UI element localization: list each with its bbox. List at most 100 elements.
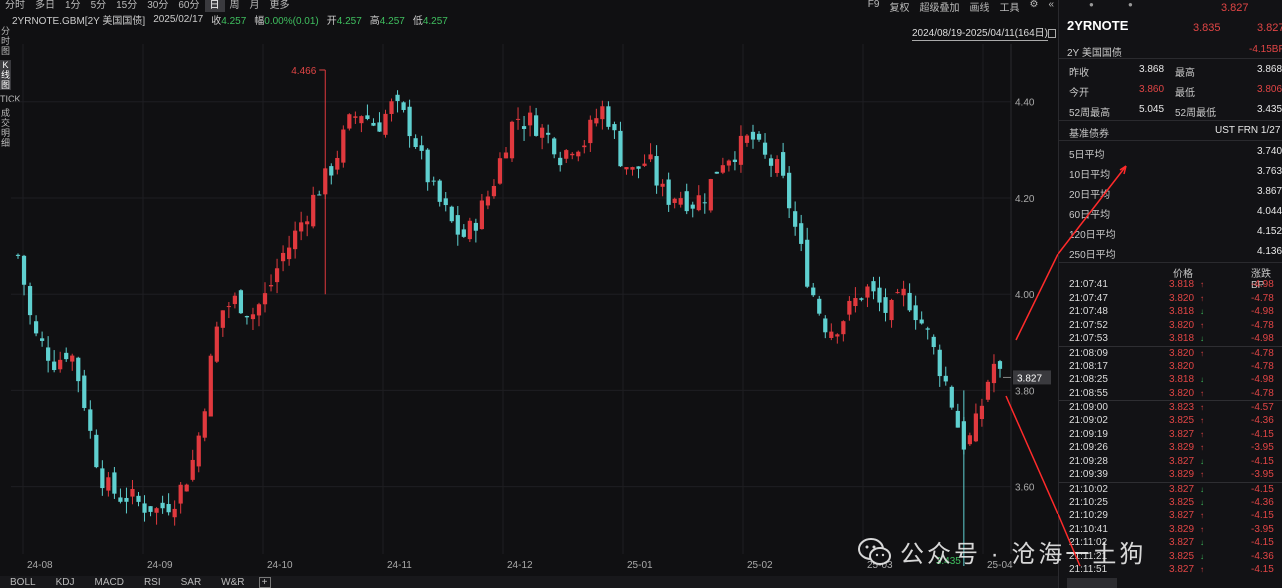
tick-time: 21:08:55 [1069, 387, 1108, 399]
calendar-icon[interactable] [1048, 29, 1056, 38]
candle-body [256, 304, 262, 316]
tick-time: 21:09:28 [1069, 455, 1108, 467]
y-tick-label: 3.80 [1015, 386, 1035, 397]
candle-body [726, 160, 731, 166]
settings-icon[interactable]: ⚙ [1029, 0, 1038, 14]
indicator-wr[interactable]: W&R [211, 577, 254, 588]
tick-time: 21:10:25 [1069, 496, 1108, 508]
timeframe-0[interactable]: 分时 [0, 0, 30, 12]
quote-l2: 最低 [1175, 88, 1195, 99]
quote-info-line: 2YRNOTE.GBM[2Y 美国国债] 2025/02/17 收4.257 幅… [12, 12, 448, 27]
candle-body [618, 130, 623, 167]
candle-body [654, 156, 659, 186]
tick-price: 3.825 [1169, 496, 1195, 508]
panel-bottom-tabs [1059, 578, 1282, 588]
candle-body [576, 151, 581, 157]
tick-row: 21:11:51 3.827 ↑ -4.15 [1059, 563, 1282, 577]
tick-time: 21:07:52 [1069, 319, 1108, 331]
tick-price: 3.825 [1169, 414, 1195, 426]
timeframe-bar: 分时 多日 1分 5分 15分 30分 60分日周月更多 F9 复权 超级叠加 画线 工具 … [0, 0, 1058, 14]
tick-time: 21:09:00 [1069, 402, 1108, 414]
expand-icon[interactable]: « [1048, 0, 1054, 14]
candle-body [678, 198, 683, 205]
tick-change: -4.36 [1251, 414, 1274, 426]
tick-time: 21:09:26 [1069, 442, 1108, 454]
timeframe-5[interactable]: 30分 [142, 0, 173, 12]
last-price-label: 3.827 [1017, 373, 1042, 384]
candle-body [449, 206, 454, 222]
tick-change: -4.15 [1251, 510, 1274, 522]
candle-body [612, 124, 617, 131]
candle-body [371, 122, 376, 126]
x-tick-label: 25-01 [627, 560, 653, 571]
tick-list[interactable]: 21:07:41 3.818 ↑ -4.98 21:07:47 3.820 ↑ -4.78 21… [1059, 278, 1282, 577]
security-code: 2YRNOTE [1067, 18, 1129, 33]
kline-chart[interactable]: 24-08 24-09 24-10 24-11 24-12 25-01 25-02 25-03… [11, 44, 1058, 576]
candle-body [774, 159, 780, 174]
quote-panel: ● ● 3.827 2YRNOTE 3.835 3.827 2Y 美国国债 -4… [1058, 0, 1282, 588]
adjust-button[interactable]: 复权 [889, 0, 909, 14]
candle-body [419, 145, 424, 151]
date-range-selector[interactable]: 2024/08/19-2025/04/11(164日) [911, 28, 1048, 41]
candle-body [853, 298, 858, 307]
tab-trade-detail[interactable]: 成交明细 [0, 108, 11, 148]
timeframe-2[interactable]: 1分 [60, 0, 86, 12]
down-arrow-icon: ↓ [1200, 538, 1204, 548]
candle-body [515, 118, 521, 120]
candle-body [793, 211, 798, 227]
candle-body [160, 502, 165, 509]
tick-change: -4.36 [1251, 550, 1274, 562]
close-info: 收4.257 [211, 15, 247, 27]
timeframe-8[interactable]: 周 [225, 0, 245, 12]
ma-label: 60日平均 [1069, 210, 1111, 221]
candle-body [913, 305, 918, 321]
add-indicator-icon[interactable]: + [258, 576, 271, 588]
candle-body [546, 132, 551, 135]
tab-intraday[interactable]: 分时图 [0, 26, 11, 56]
candle-body [208, 355, 213, 417]
candle-body [967, 435, 972, 445]
up-arrow-icon: ↑ [1200, 511, 1204, 521]
indicator-boll[interactable]: BOLL [0, 577, 46, 588]
timeframe-7[interactable]: 日 [204, 0, 225, 12]
tick-change: -4.15 [1251, 428, 1274, 440]
candle-body [503, 152, 509, 159]
timeframe-3[interactable]: 5分 [86, 0, 112, 12]
tick-change: -4.98 [1251, 374, 1274, 386]
tick-row: 21:07:47 3.820 ↑ -4.78 [1059, 292, 1282, 306]
timeframe-10[interactable]: 更多 [265, 0, 295, 12]
candle-body [985, 381, 991, 400]
candle-body [979, 405, 985, 420]
f9-button[interactable]: F9 [868, 0, 880, 14]
candle-body [883, 297, 888, 313]
candle-body [841, 321, 846, 335]
timeframe-4[interactable]: 15分 [111, 0, 142, 12]
timeframe-6[interactable]: 60分 [173, 0, 204, 12]
top-price: 3.827 [1221, 2, 1249, 14]
tick-row: 21:11:21 3.825 ↓ -4.36 [1059, 550, 1282, 564]
candle-body [413, 138, 418, 147]
draw-line-button[interactable]: 画线 [969, 0, 989, 14]
timeframe-1[interactable]: 多日 [30, 0, 60, 12]
candle-body [425, 149, 430, 183]
candle-body [106, 477, 111, 491]
ma-value: 4.136 [1257, 246, 1282, 257]
overlay-button[interactable]: 超级叠加 [919, 0, 959, 14]
tick-price: 3.820 [1169, 347, 1195, 359]
candle-body [835, 334, 840, 337]
timeframe-9[interactable]: 月 [245, 0, 265, 12]
indicator-rsi[interactable]: RSI [134, 577, 171, 588]
ma-label: 20日平均 [1069, 190, 1111, 201]
quote-row: 昨收 3.868 最高 3.868 [1059, 60, 1282, 80]
tools-button[interactable]: 工具 [999, 0, 1019, 14]
indicator-sar[interactable]: SAR [171, 577, 212, 588]
panel-tab-active[interactable] [1067, 578, 1117, 588]
indicator-kdj[interactable]: KDJ [46, 577, 85, 588]
quote-l1: 昨收 [1069, 68, 1089, 79]
quote-v1: 3.868 [1139, 64, 1165, 75]
tab-tick[interactable]: TICK [0, 94, 21, 104]
indicator-macd[interactable]: MACD [84, 577, 133, 588]
ma-value: 3.740 [1257, 146, 1282, 157]
candle-body [648, 154, 653, 160]
tab-kline[interactable]: K线图 [0, 60, 11, 90]
